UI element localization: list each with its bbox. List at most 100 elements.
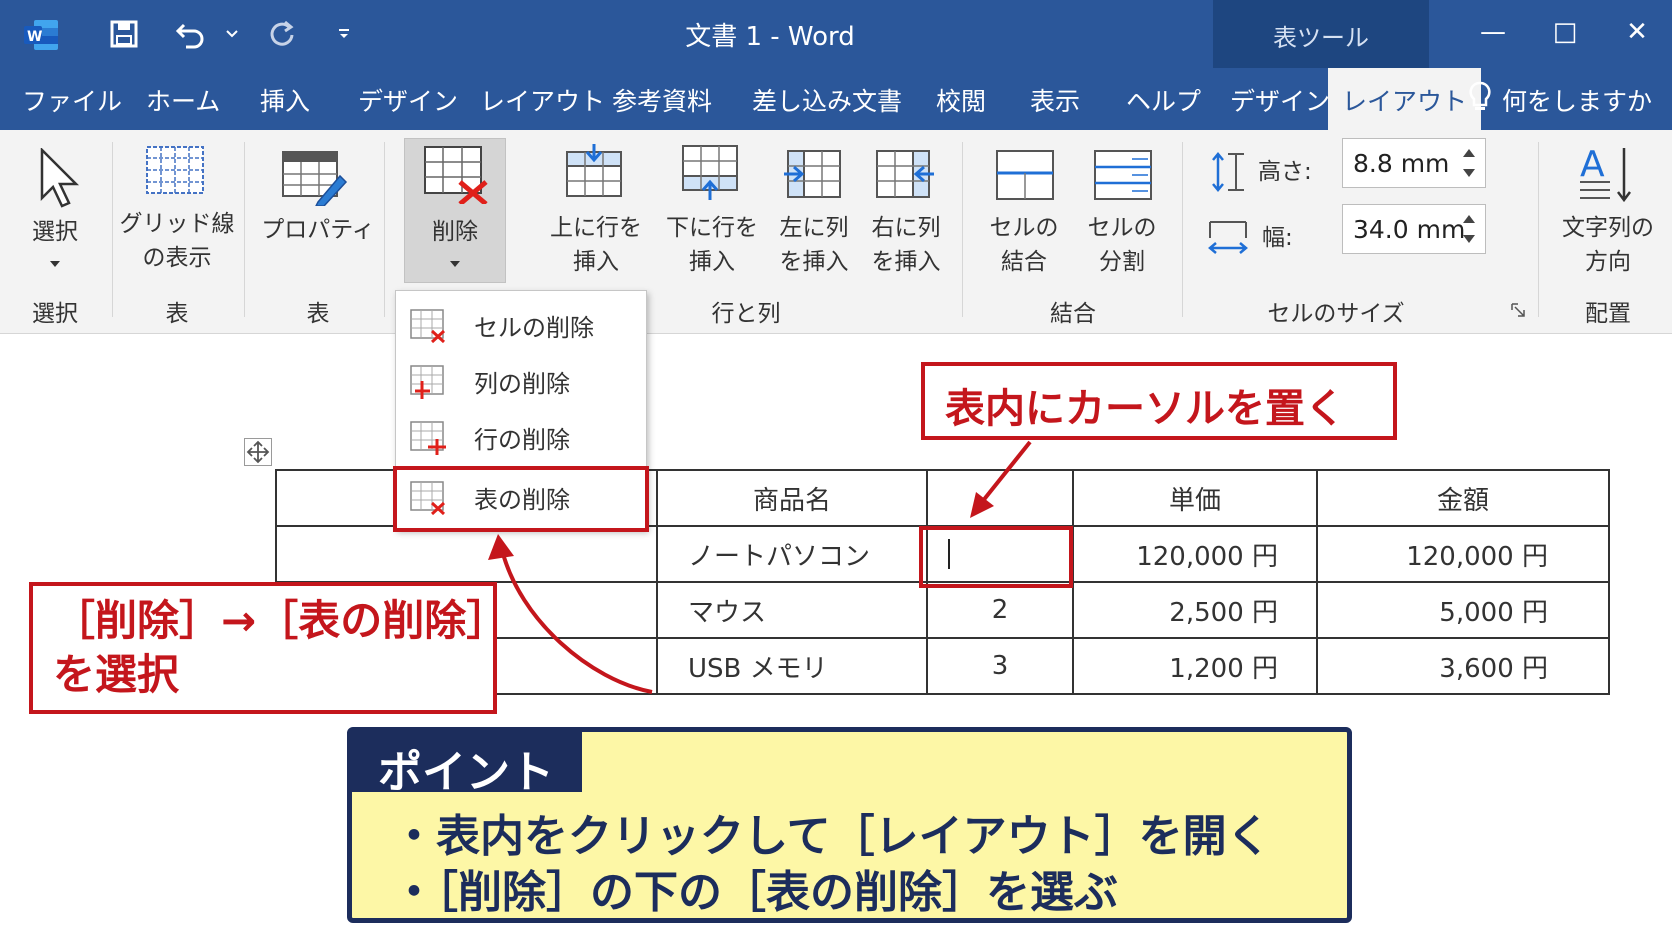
table-cell[interactable]: 1,200 円: [1072, 637, 1318, 695]
delete-label[interactable]: 削除: [404, 216, 506, 248]
table-cell[interactable]: 120,000 円: [1316, 525, 1610, 583]
tab-table-design[interactable]: デザイン: [1230, 82, 1330, 118]
height-label: 高さ:: [1258, 159, 1312, 185]
tab-table-layout[interactable]: レイアウト: [1328, 68, 1482, 130]
table-header-cell[interactable]: 金額: [1316, 469, 1610, 527]
tell-me-search[interactable]: 何をしますか: [1468, 80, 1652, 120]
table-cell[interactable]: 2,500 円: [1072, 581, 1318, 639]
table-cell[interactable]: 120,000 円: [1072, 525, 1318, 583]
tab-design[interactable]: デザイン: [358, 82, 458, 118]
insert-below-label-1[interactable]: 下に行を: [656, 212, 768, 244]
table-cell[interactable]: USB メモリ: [656, 637, 928, 695]
table-cell[interactable]: [275, 525, 658, 583]
tab-file[interactable]: ファイル: [22, 82, 122, 118]
select-button[interactable]: 選択: [22, 216, 88, 248]
insert-left-label-2[interactable]: を挿入: [768, 246, 860, 278]
insert-below-label-2[interactable]: 挿入: [656, 246, 768, 278]
insert-left-label-1[interactable]: 左に列: [768, 212, 860, 244]
chevron-down-icon[interactable]: [48, 254, 62, 273]
text-direction-icon[interactable]: A: [1580, 144, 1634, 208]
tell-me-text: 何をしますか: [1502, 87, 1653, 116]
width-label: 幅:: [1262, 225, 1293, 251]
minimize-button[interactable]: —: [1468, 12, 1518, 52]
menu-item-delete-rows[interactable]: 行の削除: [396, 409, 646, 465]
insert-right-label-2[interactable]: を挿入: [860, 246, 952, 278]
menu-item-label: 列の削除: [474, 369, 570, 398]
title-bar: W 文書 1 - Word 表ツール — □ ✕: [0, 0, 1672, 130]
ribbon-tabs: ファイル ホーム 挿入 デザイン レイアウト 参考資料 差し込み文書 校閲 表示…: [0, 68, 1672, 130]
select-cursor-icon[interactable]: [38, 146, 82, 214]
delete-table-icon[interactable]: [424, 146, 490, 208]
merge-cells-label-1[interactable]: セルの: [974, 212, 1074, 244]
tab-view[interactable]: 表示: [1030, 82, 1080, 118]
split-cells-label-1[interactable]: セルの: [1072, 212, 1172, 244]
save-icon[interactable]: [104, 16, 144, 52]
table-cell[interactable]: ノートパソコン: [656, 525, 928, 583]
maximize-button[interactable]: □: [1540, 12, 1590, 52]
tab-references[interactable]: 参考資料: [612, 82, 712, 118]
split-cells-icon[interactable]: [1094, 150, 1152, 204]
delete-callout-line-2: を選択: [53, 650, 180, 699]
text-direction-label-1[interactable]: 文字列の: [1552, 212, 1664, 244]
insert-above-label-1[interactable]: 上に行を: [540, 212, 652, 244]
table-move-handle[interactable]: [244, 438, 272, 466]
delete-callout-line-1: ［削除］→［表の削除］: [53, 596, 509, 645]
menu-item-label: 行の削除: [474, 425, 570, 454]
merge-cells-label-2[interactable]: 結合: [974, 246, 1074, 278]
table-header-cell[interactable]: [926, 469, 1074, 527]
customize-quick-access-icon[interactable]: [332, 16, 356, 52]
group-separator: [1182, 142, 1183, 317]
redo-icon[interactable]: [262, 16, 302, 52]
menu-item-delete-columns[interactable]: 列の削除: [396, 353, 646, 409]
undo-icon[interactable]: [170, 16, 210, 52]
chevron-down-icon[interactable]: [448, 254, 462, 273]
gridlines-icon[interactable]: [146, 146, 204, 198]
group-label-merge: 結合: [1050, 301, 1096, 327]
width-spinner-icon[interactable]: [1461, 209, 1477, 249]
table-cell[interactable]: 3,600 円: [1316, 637, 1610, 695]
insert-left-icon[interactable]: [784, 150, 842, 204]
width-input[interactable]: 34.0 mm: [1342, 204, 1486, 254]
gridlines-label-2[interactable]: の表示: [118, 242, 236, 274]
group-separator: [244, 142, 245, 317]
insert-above-label-2[interactable]: 挿入: [540, 246, 652, 278]
insert-right-label-1[interactable]: 右に列: [860, 212, 952, 244]
delete-callout: ［削除］→［表の削除］ を選択: [29, 582, 509, 714]
table-header-cell[interactable]: 単価: [1072, 469, 1318, 527]
document-title: 文書 1 - Word: [685, 22, 855, 52]
split-cells-label-2[interactable]: 分割: [1072, 246, 1172, 278]
properties-button[interactable]: プロパティ: [258, 214, 378, 246]
close-button[interactable]: ✕: [1612, 12, 1662, 52]
insert-right-icon[interactable]: [876, 150, 934, 204]
tab-review[interactable]: 校閲: [936, 82, 986, 118]
table-cell[interactable]: 2: [926, 581, 1074, 639]
point-box: ポイント ・表内をクリックして［レイアウト］を開く ・［削除］の下の［表の削除］…: [347, 727, 1352, 923]
tab-help[interactable]: ヘルプ: [1126, 82, 1201, 118]
tab-mailings[interactable]: 差し込み文書: [752, 82, 902, 118]
table-header-cell[interactable]: 商品名: [656, 469, 928, 527]
delete-columns-icon: [410, 365, 448, 399]
height-input[interactable]: 8.8 mm: [1342, 138, 1486, 188]
group-label-table-2: 表: [306, 301, 330, 327]
cursor-cell-highlight: [919, 526, 1073, 588]
table-cell[interactable]: 3: [926, 637, 1074, 695]
row-height-icon: [1210, 152, 1248, 196]
tab-layout[interactable]: レイアウト: [480, 82, 605, 118]
group-label-select: 選択: [32, 301, 78, 327]
tab-insert[interactable]: 挿入: [260, 82, 310, 118]
gridlines-label-1[interactable]: グリッド線: [118, 208, 236, 240]
table-cell[interactable]: マウス: [656, 581, 928, 639]
height-spinner-icon[interactable]: [1461, 143, 1477, 183]
text-direction-label-2[interactable]: 方向: [1552, 246, 1664, 278]
undo-dropdown-icon[interactable]: [222, 16, 242, 52]
merge-cells-icon[interactable]: [996, 150, 1054, 204]
tab-home[interactable]: ホーム: [146, 82, 220, 118]
table-cell[interactable]: 5,000 円: [1316, 581, 1610, 639]
cell-size-dialog-launcher-icon[interactable]: [1510, 302, 1526, 318]
properties-icon[interactable]: [282, 150, 348, 210]
menu-item-delete-cells[interactable]: セルの削除: [396, 297, 646, 353]
insert-above-icon[interactable]: [566, 144, 624, 204]
height-value: 8.8 mm: [1353, 149, 1450, 178]
group-label-cell-size: セルのサイズ: [1267, 301, 1405, 327]
insert-below-icon[interactable]: [682, 144, 740, 204]
